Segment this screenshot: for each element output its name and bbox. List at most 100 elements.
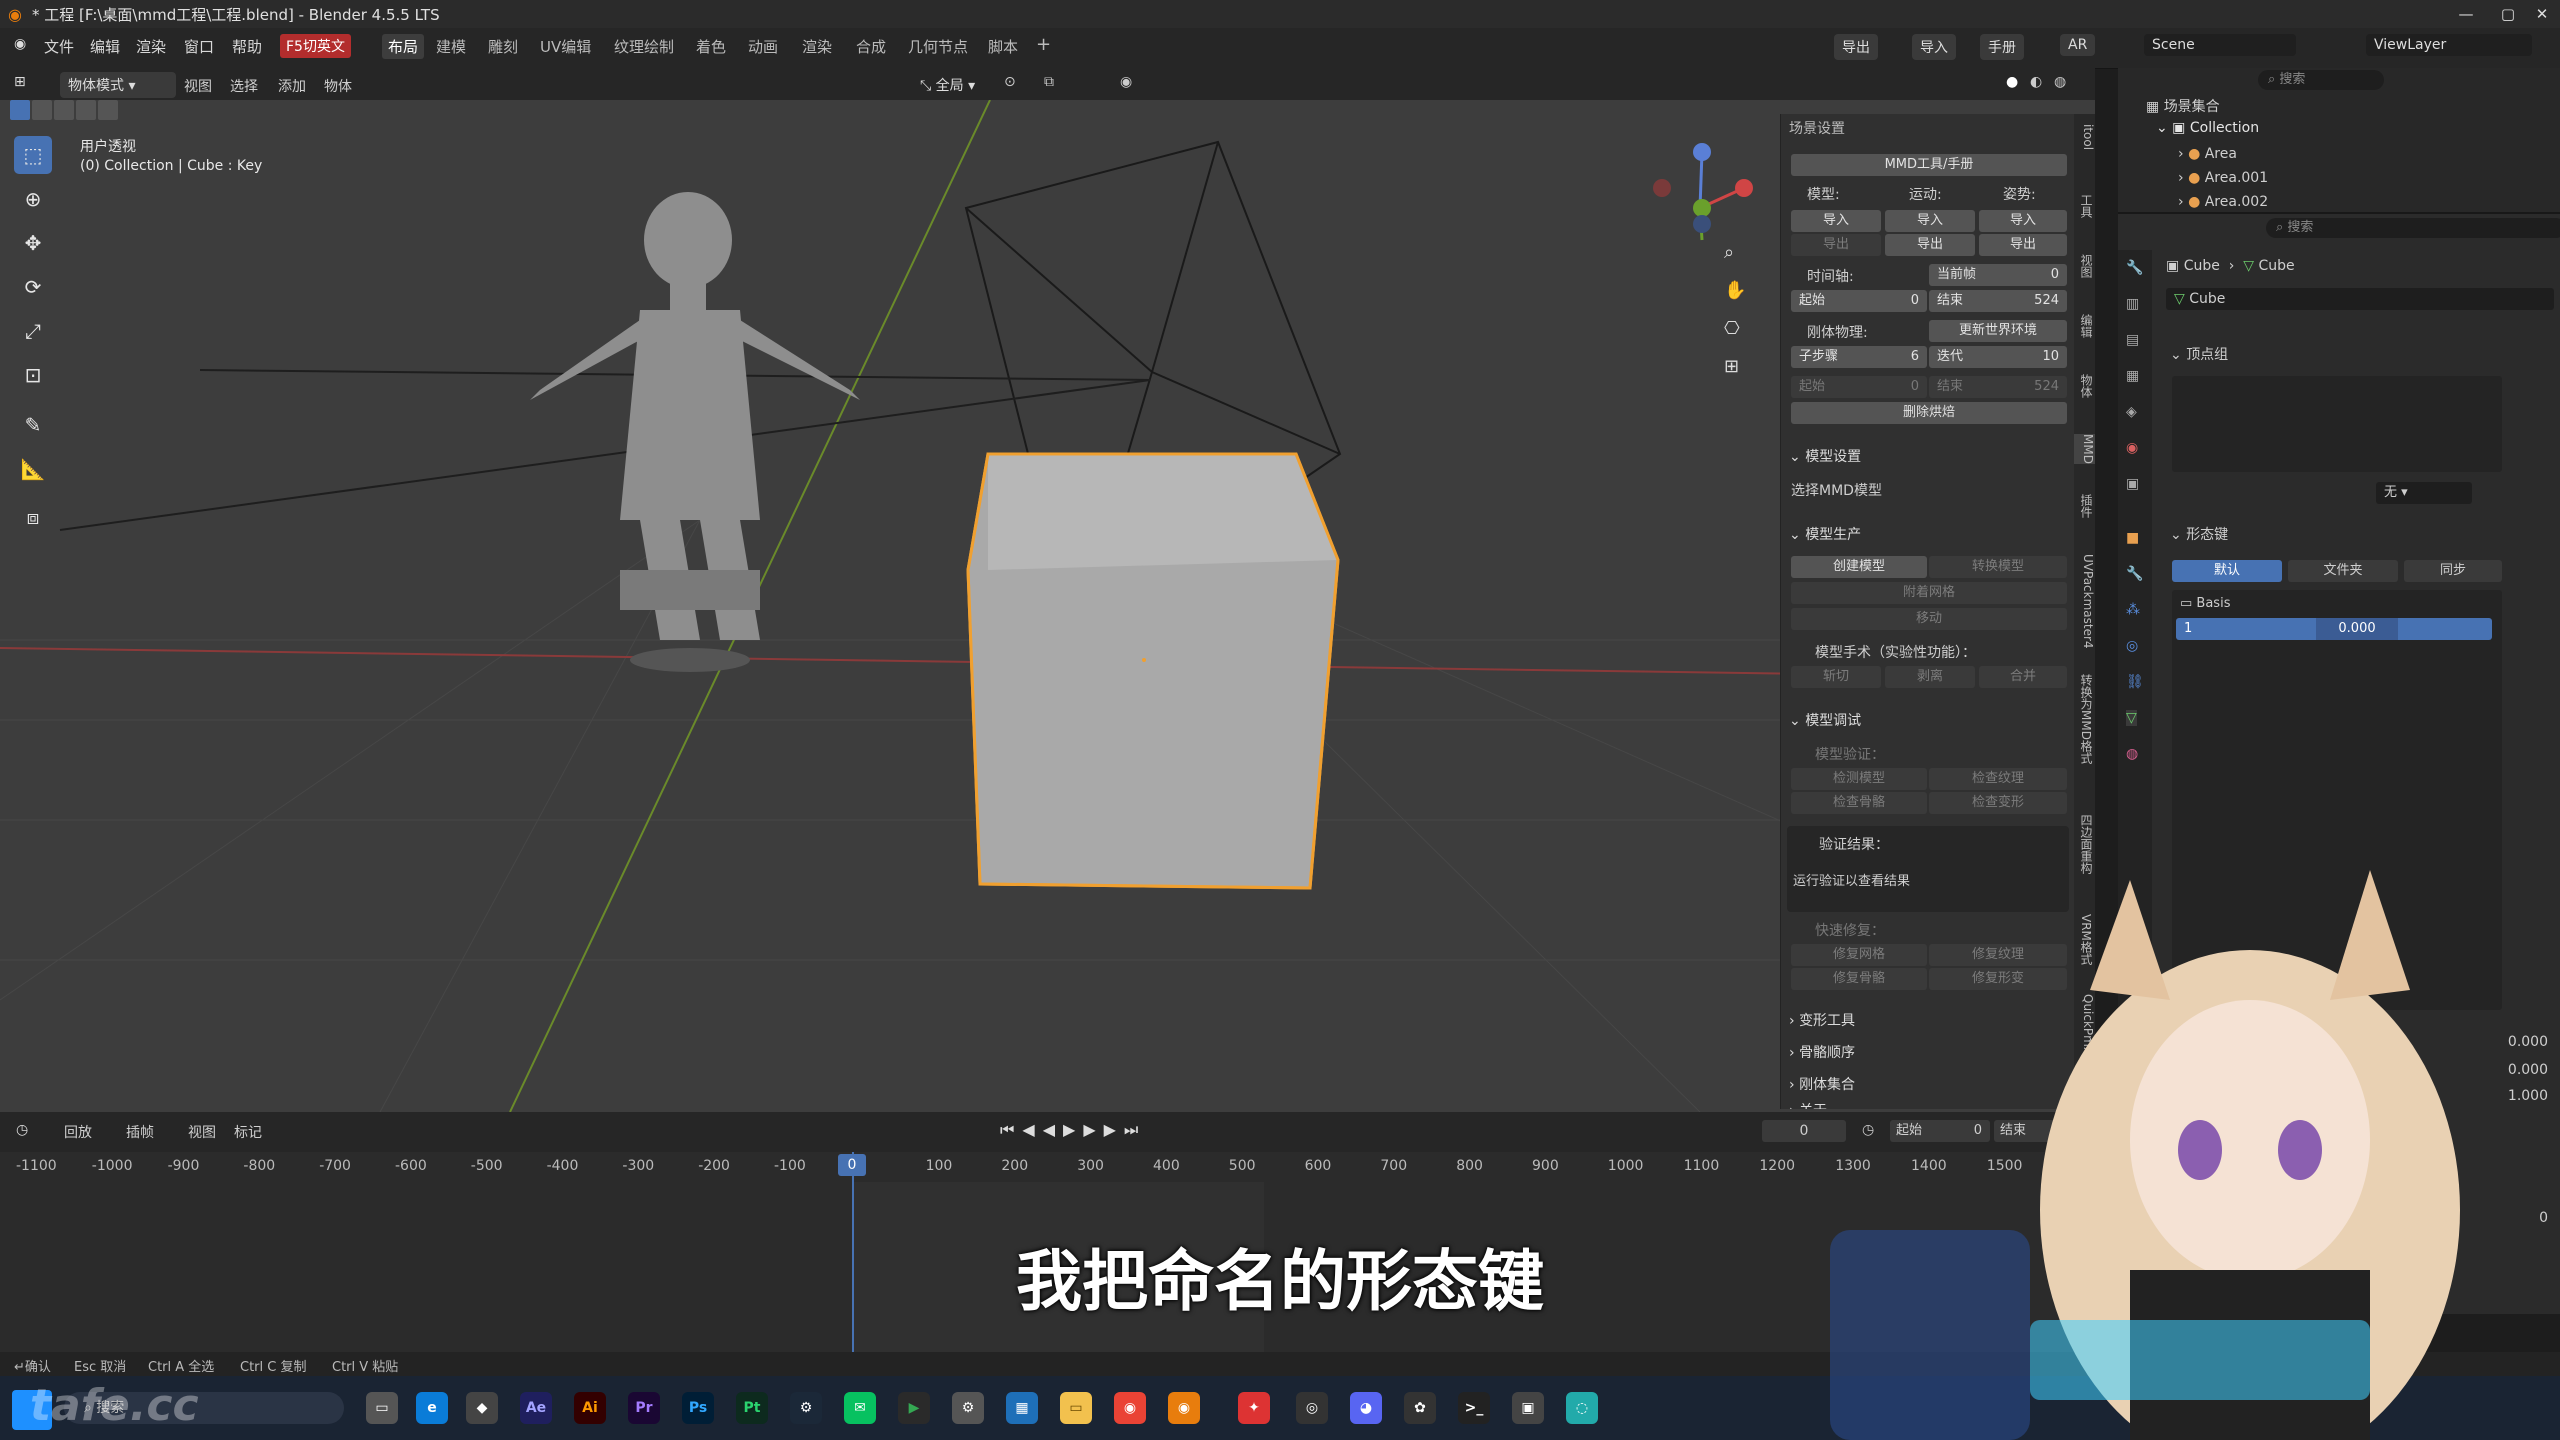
check-morph-button[interactable]: 检查变形	[1929, 792, 2067, 814]
tab-object[interactable]: 物体	[2074, 374, 2095, 398]
model-import-button[interactable]: 导入	[1791, 210, 1881, 232]
wechat-icon[interactable]: ✉	[844, 1392, 876, 1424]
steam-icon[interactable]: ⚙	[790, 1392, 822, 1424]
pose-export-button[interactable]: 导出	[1979, 234, 2067, 256]
workspace-tab-texture-paint[interactable]: 纹理绘制	[614, 36, 674, 57]
annotate-tool-icon[interactable]: ✎	[14, 406, 52, 444]
cursor-tool-icon[interactable]: ⊕	[14, 180, 52, 218]
menu-help[interactable]: 帮助	[232, 36, 262, 57]
tab-tool[interactable]: 工具	[2074, 194, 2095, 218]
perspective-toggle-icon[interactable]: ⊞	[1724, 356, 1739, 377]
app-window-icon[interactable]: ▣	[1512, 1392, 1544, 1424]
playback-menu[interactable]: 回放	[64, 1122, 92, 1142]
mesh-data-name-field[interactable]: ▽ Cube	[2166, 288, 2554, 310]
shape-key-tab-sync[interactable]: 同步	[2404, 560, 2502, 582]
constraints-tab-icon[interactable]: ⛓	[2126, 674, 2144, 690]
taskview-icon[interactable]: ▭	[366, 1392, 398, 1424]
attach-mesh-button[interactable]: 附着网格	[1791, 582, 2067, 604]
blender-menu-icon[interactable]: ◉	[14, 36, 26, 52]
edge-icon[interactable]: e	[416, 1392, 448, 1424]
timeline-editor-icon[interactable]: ◷	[16, 1122, 28, 1138]
workspace-tab-uv[interactable]: UV编辑	[540, 36, 591, 57]
model-export-button[interactable]: 导出	[1791, 234, 1881, 256]
render-tab-icon[interactable]: ▥	[2126, 296, 2139, 312]
menu-object[interactable]: 物体	[324, 76, 352, 96]
menu-view[interactable]: 视图	[184, 76, 212, 96]
about-header[interactable]: › 关于	[1789, 1100, 1827, 1109]
transform-orientation-dropdown[interactable]: ⤡ 全局 ▾	[912, 72, 983, 98]
check-texture-button[interactable]: 检查纹理	[1929, 768, 2067, 790]
f5-language-button[interactable]: F5切英文	[280, 34, 351, 58]
transform-tool-icon[interactable]: ⊡	[14, 356, 52, 394]
collection-tab-icon[interactable]: ▣	[2126, 476, 2139, 492]
camera-view-icon[interactable]: ⎔	[1724, 318, 1740, 339]
delete-bake-button[interactable]: 删除烘焙	[1791, 402, 2067, 424]
vertex-groups-header[interactable]: ⌄ 顶点组	[2170, 344, 2228, 364]
tab-edit[interactable]: 编辑	[2074, 314, 2095, 338]
pivot-icon[interactable]: ⊙	[1004, 74, 1016, 90]
model-production-header[interactable]: ⌄ 模型生产	[1789, 524, 1861, 544]
workspace-tab-rendering[interactable]: 渲染	[802, 36, 832, 57]
misc-app-icon[interactable]: ◌	[1566, 1392, 1598, 1424]
particles-tab-icon[interactable]: ⁂	[2126, 602, 2140, 618]
chrome-icon[interactable]: ◉	[1114, 1392, 1146, 1424]
workspace-tab-modeling[interactable]: 建模	[436, 36, 466, 57]
paw-app-icon[interactable]: ✿	[1404, 1392, 1436, 1424]
pan-hand-icon[interactable]: ✋	[1724, 280, 1746, 301]
after-effects-icon[interactable]: Ae	[520, 1392, 552, 1424]
workspace-tab-layout[interactable]: 布局	[382, 34, 425, 59]
select-invert-icon[interactable]	[76, 100, 96, 120]
playback-controls[interactable]: ⏮◀◀▶▶▶⏭	[1000, 1120, 1146, 1140]
settings-icon[interactable]: ⚙	[952, 1392, 984, 1424]
proportional-edit-icon[interactable]: ◉	[1120, 74, 1132, 90]
shape-key-1-value[interactable]: 0.000	[2316, 618, 2398, 640]
mmd-manual-button[interactable]: MMD工具/手册	[1791, 154, 2067, 176]
mmd-export-button[interactable]: 导出	[1834, 34, 1878, 60]
output-tab-icon[interactable]: ▤	[2126, 332, 2139, 348]
workspace-tab-scripting[interactable]: 脚本	[988, 36, 1018, 57]
workspace-tab-sculpt[interactable]: 雕刻	[488, 36, 518, 57]
material-tab-icon[interactable]: ◍	[2126, 746, 2138, 762]
model-debug-header[interactable]: ⌄ 模型调试	[1789, 710, 1861, 730]
start-frame-field[interactable]: 起始 0	[1791, 290, 1927, 312]
world-tab-icon[interactable]: ◉	[2126, 440, 2138, 456]
menu-select[interactable]: 选择	[230, 76, 258, 96]
premiere-icon[interactable]: Pr	[628, 1392, 660, 1424]
tab-mmd[interactable]: MMD	[2074, 434, 2095, 464]
mmd-manual-button[interactable]: 手册	[1980, 34, 2024, 60]
shape-key-1-name[interactable]: 1	[2184, 621, 2192, 636]
workspace-tab-animation[interactable]: 动画	[748, 36, 778, 57]
motion-import-button[interactable]: 导入	[1885, 210, 1975, 232]
iterations-field[interactable]: 迭代 10	[1929, 346, 2067, 368]
select-box-tool-icon[interactable]: ⬚	[14, 136, 52, 174]
viewport-shading-material-icon[interactable]: ◐	[2030, 74, 2042, 90]
check-bone-button[interactable]: 检查骨骼	[1791, 792, 1927, 814]
modifier-tab-icon[interactable]: 🔧	[2126, 566, 2143, 582]
ar-button[interactable]: AR	[2060, 34, 2096, 56]
outliner-search[interactable]: ⌕ 搜索	[2258, 70, 2384, 90]
add-workspace-icon[interactable]: +	[1036, 34, 1051, 55]
rotate-tool-icon[interactable]: ⟳	[14, 268, 52, 306]
update-world-button[interactable]: 更新世界环境	[1929, 320, 2067, 342]
tab-convert-mmd[interactable]: 转换为MMD格式	[2074, 674, 2095, 764]
scene-settings-header[interactable]: 场景设置	[1789, 118, 1845, 138]
add-cube-tool-icon[interactable]: ⧈	[14, 498, 52, 536]
tab-uvpackmaster[interactable]: UVPackmaster4	[2074, 554, 2095, 649]
menu-edit[interactable]: 编辑	[90, 36, 120, 57]
shape-key-basis[interactable]: ▭ Basis	[2180, 596, 2230, 611]
discord-icon[interactable]: ◕	[1350, 1392, 1382, 1424]
measure-tool-icon[interactable]: 📐	[14, 450, 52, 488]
unity-icon[interactable]: ◆	[466, 1392, 498, 1424]
tool-tab-icon[interactable]: 🔧	[2126, 260, 2143, 276]
menu-window[interactable]: 窗口	[184, 36, 214, 57]
scene-tab-icon[interactable]: ◈	[2126, 404, 2137, 420]
photoshop-icon[interactable]: Ps	[682, 1392, 714, 1424]
playhead-label[interactable]: 0	[838, 1154, 866, 1176]
mmd-import-button[interactable]: 导入	[1912, 34, 1956, 60]
collection-row[interactable]: ⌄ ▣ Collection	[2156, 120, 2259, 136]
menu-add[interactable]: 添加	[278, 76, 306, 96]
select-subtract-icon[interactable]	[54, 100, 74, 120]
keying-menu[interactable]: 插帧	[126, 1122, 154, 1142]
shape-key-tab-folder[interactable]: 文件夹	[2288, 560, 2398, 582]
model-settings-header[interactable]: ⌄ 模型设置	[1789, 446, 1861, 466]
